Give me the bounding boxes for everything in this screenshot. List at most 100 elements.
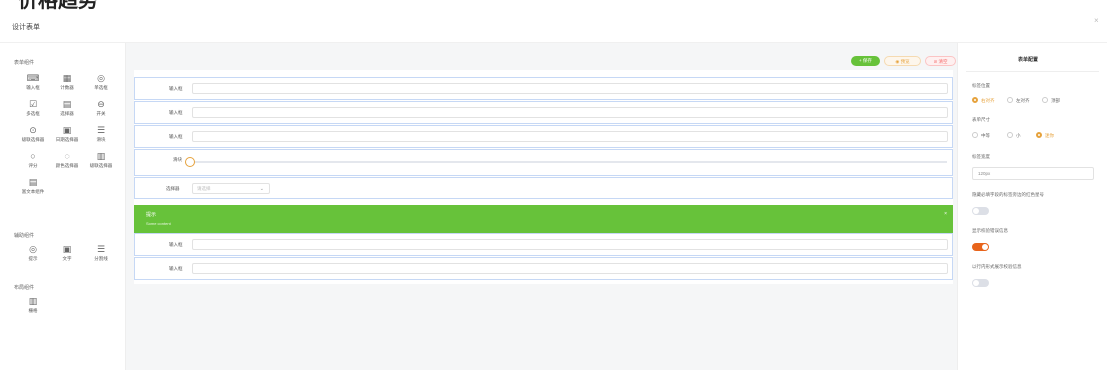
inline-message-label: 以行内形式展示校验信息 xyxy=(972,264,1022,269)
required-asterisk-label: 隐藏必填字段的标签旁边的红色星号 xyxy=(972,192,1044,197)
palette-item-editor[interactable]: ▤ 富文本组件 xyxy=(18,177,48,196)
palette-item-text[interactable]: ▣ 文字 xyxy=(52,244,82,263)
switch-icon: ⊖ xyxy=(97,99,105,109)
date-icon: ▣ xyxy=(62,125,72,135)
grid-icon: ▥ xyxy=(28,296,38,306)
config-title: 表单配置 xyxy=(1018,57,1039,63)
select-icon: ▤ xyxy=(62,99,72,109)
label-width-label: 标签宽度 xyxy=(972,154,990,159)
alert-icon: ◎ xyxy=(29,244,37,254)
select-dropdown[interactable]: 请选择 ⌄ xyxy=(192,183,270,194)
show-message-label: 显示校验错误信息 xyxy=(972,228,1008,233)
text-input[interactable] xyxy=(192,239,948,250)
text-input[interactable] xyxy=(192,107,948,118)
palette-item-number-input[interactable]: ▦ 计数器 xyxy=(52,73,82,92)
palette-item-label: 选择器 xyxy=(60,111,74,116)
radio-size-small[interactable]: 小 xyxy=(1007,132,1021,139)
palette-item-label: 计数器 xyxy=(60,85,74,90)
upload-icon: ▥ xyxy=(96,151,106,161)
component-palette: 表单组件 辅助组件 布局组件 ⌨ 输入框 ▦ 计数器 ◎ 单选框 ☑ 多选框 ▤ 选择器 ⊖ 开关 ⊙ 级… xyxy=(0,43,125,370)
field-label: 输入框 xyxy=(169,134,183,139)
divider-icon: ☰ xyxy=(96,244,106,254)
color-icon: ◌ xyxy=(64,151,70,161)
text-input[interactable] xyxy=(192,263,948,274)
palette-item-label: 输入框 xyxy=(26,85,40,90)
field-label: 输入框 xyxy=(169,266,183,271)
palette-group-title: 表单组件 xyxy=(14,60,35,66)
canvas-toolbar: + 保存 ◉ 预览 ⊘ 清空 xyxy=(126,50,957,68)
time-icon: ○ xyxy=(30,151,36,161)
save-button[interactable]: + 保存 xyxy=(851,56,880,66)
inline-message-toggle[interactable] xyxy=(972,279,989,287)
radio-label-top[interactable]: 顶部 xyxy=(1042,97,1060,104)
palette-item-label: 分割线 xyxy=(94,256,108,261)
form-row-input-5[interactable]: 输入框 xyxy=(134,257,953,280)
radio-size-medium[interactable]: 中等 xyxy=(972,132,990,139)
palette-item-upload[interactable]: ▥ 级联选择器 xyxy=(86,151,116,170)
palette-item-cascader[interactable]: ⊙ 级联选择器 xyxy=(18,125,48,144)
text-icon: ▣ xyxy=(62,244,72,254)
cascader-icon: ⊙ xyxy=(29,125,37,135)
palette-item-select[interactable]: ▤ 选择器 xyxy=(52,99,82,118)
form-row-input-3[interactable]: 输入框 xyxy=(134,125,953,148)
palette-item-alert[interactable]: ◎ 提示 xyxy=(18,244,48,263)
field-label: 输入框 xyxy=(169,242,183,247)
radio-size-mini[interactable]: 迷你 xyxy=(1036,132,1054,139)
palette-item-label: 滑块 xyxy=(96,137,106,142)
palette-item-label: 多选框 xyxy=(26,111,40,116)
palette-item-label: 提示 xyxy=(28,256,38,261)
palette-item-label: 颜色选择器 xyxy=(55,163,79,168)
form-row-input-4[interactable]: 输入框 xyxy=(134,233,953,256)
show-message-toggle[interactable] xyxy=(972,243,989,251)
form-row-input-1[interactable]: 输入框 xyxy=(134,77,953,100)
palette-item-label: 评分 xyxy=(28,163,38,168)
palette-item-label: 单选框 xyxy=(94,85,108,90)
field-label: 选择器 xyxy=(166,186,180,191)
page-heading: 价格趋势 xyxy=(18,0,98,12)
dialog-title: 设计表单 xyxy=(12,24,40,31)
palette-item-radio[interactable]: ◎ 单选框 xyxy=(86,73,116,92)
close-icon[interactable]: × xyxy=(944,211,947,217)
form-size-label: 表单尺寸 xyxy=(972,117,990,122)
select-placeholder: 请选择 xyxy=(197,186,211,191)
label-width-input[interactable]: 120px xyxy=(972,167,1094,180)
aux-group-title: 辅助组件 xyxy=(14,233,35,239)
palette-item-label: 级联选择器 xyxy=(21,137,45,142)
palette-item-label: 开关 xyxy=(96,111,106,116)
palette-item-label: 级联选择器 xyxy=(89,163,113,168)
slider-handle[interactable] xyxy=(185,157,195,167)
number-input-icon: ▦ xyxy=(62,73,72,83)
preview-button[interactable]: ◉ 预览 xyxy=(884,56,921,66)
required-asterisk-toggle[interactable] xyxy=(972,207,989,215)
rate-icon: ☰ xyxy=(96,125,106,135)
chevron-down-icon: ⌄ xyxy=(259,186,264,192)
palette-item-checkbox[interactable]: ☑ 多选框 xyxy=(18,99,48,118)
field-label: 输入框 xyxy=(169,86,183,91)
palette-item-date[interactable]: ▣ 日期选择器 xyxy=(52,125,82,144)
palette-item-label: 文字 xyxy=(62,256,72,261)
radio-icon: ◎ xyxy=(97,73,105,83)
radio-label-right[interactable]: 右对齐 xyxy=(972,97,995,104)
close-icon[interactable]: × xyxy=(1094,16,1099,25)
palette-item-grid[interactable]: ▥ 栅格 xyxy=(18,296,48,315)
form-config-panel: 表单配置 标签位置 右对齐 左对齐 顶部 表单尺寸 中等 小 迷你 标签宽度 1… xyxy=(958,43,1107,370)
form-row-input-2[interactable]: 输入框 xyxy=(134,101,953,124)
radio-label-left[interactable]: 左对齐 xyxy=(1007,97,1030,104)
text-input-icon: ⌨ xyxy=(26,73,40,83)
clear-button[interactable]: ⊘ 清空 xyxy=(925,56,956,66)
form-row-select[interactable]: 选择器 请选择 ⌄ xyxy=(134,177,953,199)
form-row-slider[interactable]: 滑块 xyxy=(134,149,953,176)
palette-item-time[interactable]: ○ 评分 xyxy=(18,151,48,170)
alert-block[interactable]: 提示 Some content × xyxy=(134,205,953,233)
checkbox-icon: ☑ xyxy=(28,99,38,109)
palette-item-rate[interactable]: ☰ 滑块 xyxy=(86,125,116,144)
alert-title: 提示 xyxy=(146,212,157,218)
text-input[interactable] xyxy=(192,83,948,94)
palette-item-switch[interactable]: ⊖ 开关 xyxy=(86,99,116,118)
field-label: 输入框 xyxy=(169,110,183,115)
palette-item-color[interactable]: ◌ 颜色选择器 xyxy=(52,151,82,170)
text-input[interactable] xyxy=(192,131,948,142)
palette-item-divider[interactable]: ☰ 分割线 xyxy=(86,244,116,263)
palette-item-text-input[interactable]: ⌨ 输入框 xyxy=(18,73,48,92)
slider-track[interactable] xyxy=(193,161,947,163)
